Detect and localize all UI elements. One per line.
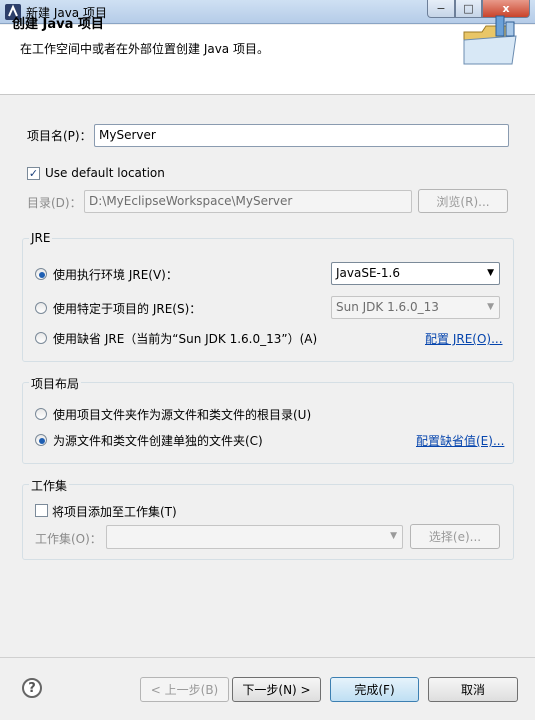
add-to-working-set-checkbox[interactable] [35,504,48,517]
minimize-button[interactable]: − [427,0,455,18]
project-name-label: 项目名(P)： [27,129,92,143]
configure-defaults-link[interactable]: 配置缺省值(E)... [416,432,504,449]
dropdown-arrow-icon: ▼ [487,302,494,312]
directory-input[interactable]: D:\MyEclipseWorkspace\MyServer [84,190,412,213]
wizard-title: 创建 Java 项目 [12,17,104,32]
configure-jre-link[interactable]: 配置 JRE(O)... [425,330,503,347]
layout-root-label: 使用项目文件夹作为源文件和类文件的根目录(U) [53,408,312,422]
wizard-description: 在工作空间中或者在外部位置创建 Java 项目。 [20,42,269,56]
working-set-group-title: 工作集 [29,477,70,494]
browse-button[interactable]: 浏览(R)... [418,189,508,213]
directory-label: 目录(D)： [27,196,82,210]
project-layout-group-title: 项目布局 [29,375,82,392]
dropdown-arrow-icon: ▼ [487,268,494,278]
jre-env-select-value: JavaSE-1.6 [336,266,400,280]
finish-button[interactable]: 完成(F) [330,677,419,702]
jre-env-label: 使用执行环境 JRE(V)： [53,268,178,282]
jre-default-label: 使用缺省 JRE（当前为“Sun JDK 1.6.0_13”）(A) [53,332,318,346]
wizard-header [0,25,535,95]
layout-separate-label: 为源文件和类文件创建单独的文件夹(C) [53,434,263,448]
project-layout-group [22,382,514,464]
cancel-button[interactable]: 取消 [428,677,518,702]
jre-specific-label: 使用特定于项目的 JRE(S)： [53,302,202,316]
select-working-set-button[interactable]: 选择(e)... [410,524,500,549]
working-set-select[interactable]: ▼ [106,525,403,549]
minimize-icon: − [436,2,446,15]
layout-root-radio[interactable] [35,408,47,420]
project-name-input[interactable]: MyServer [94,124,509,147]
jre-specific-select[interactable]: Sun JDK 1.6.0_13 ▼ [331,296,500,319]
jre-group-title: JRE [29,231,53,245]
jre-env-radio[interactable] [35,268,47,280]
java-project-folder-icon [463,15,517,65]
add-to-working-set-label: 将项目添加至工作集(T) [52,505,177,519]
help-icon[interactable]: ? [22,678,42,698]
jre-default-radio[interactable] [35,332,47,344]
back-button[interactable]: < 上一步(B) [140,677,229,702]
next-button[interactable]: 下一步(N) > [232,677,321,702]
layout-separate-radio[interactable] [35,434,47,446]
jre-specific-select-value: Sun JDK 1.6.0_13 [336,300,439,314]
bottom-separator [0,657,535,658]
use-default-location-label: Use default location [45,166,165,180]
jre-env-select[interactable]: JavaSE-1.6 ▼ [331,262,500,285]
checkmark-icon: ✓ [28,167,39,180]
working-set-label: 工作集(O)： [35,532,102,546]
jre-specific-radio[interactable] [35,302,47,314]
dropdown-arrow-icon: ▼ [390,531,397,541]
use-default-location-checkbox[interactable]: ✓ [27,167,40,180]
